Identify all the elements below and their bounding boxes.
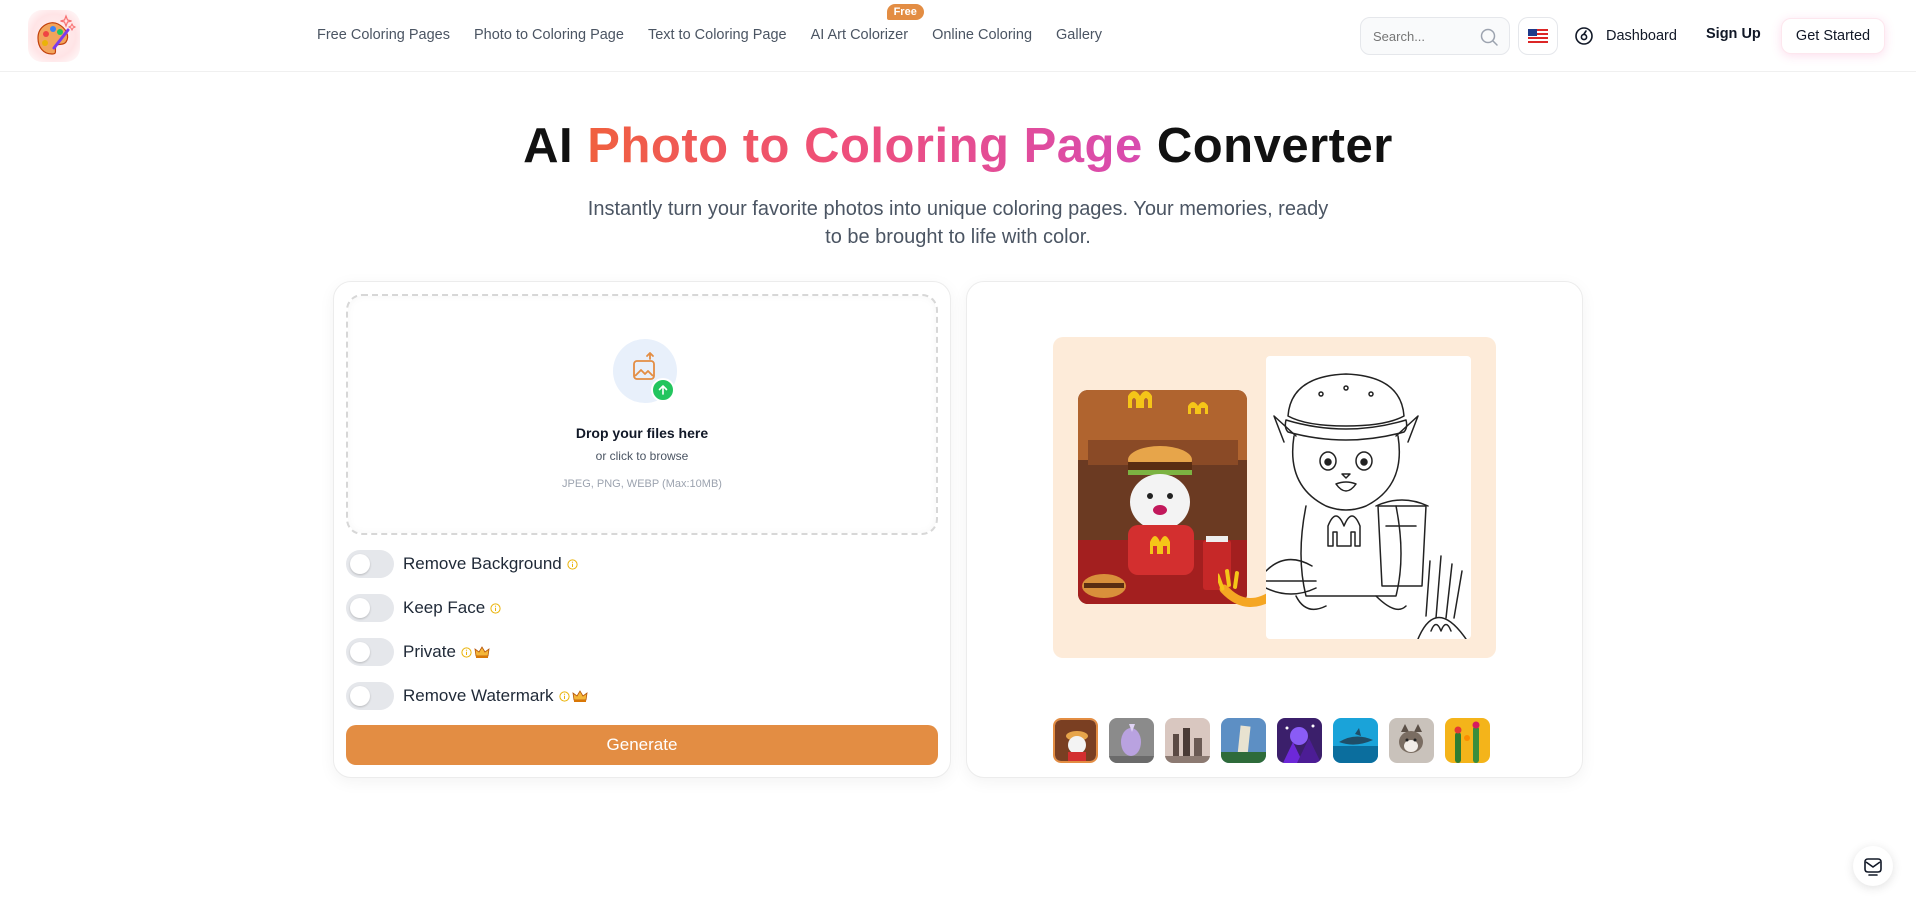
option-label: Keep Face	[403, 598, 486, 617]
example-preview-panel	[966, 281, 1583, 778]
dropzone-subtitle: or click to browse	[595, 449, 689, 463]
option-private: Private	[346, 637, 490, 667]
upload-arrow-icon	[651, 378, 675, 402]
remove-background-toggle[interactable]	[346, 550, 394, 578]
option-remove-background: Remove Background	[346, 549, 578, 579]
option-label: Remove Watermark	[403, 686, 554, 705]
search-icon[interactable]	[1479, 27, 1499, 47]
nav-photo-to-coloring-page[interactable]: Photo to Coloring Page	[474, 27, 624, 43]
info-icon[interactable]	[490, 602, 501, 614]
palette-icon	[37, 14, 77, 55]
remove-watermark-toggle[interactable]	[346, 682, 394, 710]
nav-ai-art-colorizer[interactable]: AI Art Colorizer Free	[810, 4, 924, 43]
get-started-button[interactable]: Get Started	[1781, 18, 1885, 54]
option-label: Remove Background	[403, 554, 562, 573]
nav-free-coloring-pages[interactable]: Free Coloring Pages	[317, 27, 450, 43]
page-subtitle: Instantly turn your favorite photos into…	[587, 198, 1329, 248]
info-icon[interactable]	[461, 646, 472, 658]
thumbnail-burger-cat[interactable]	[1053, 718, 1098, 763]
thumbnail-city-skyline[interactable]	[1165, 718, 1210, 763]
nav-gallery[interactable]: Gallery	[1056, 27, 1102, 43]
main-nav: Free Coloring Pages Photo to Coloring Pa…	[317, 0, 1126, 70]
title-prefix: AI	[523, 119, 574, 173]
nav-text-to-coloring-page[interactable]: Text to Coloring Page	[648, 27, 787, 43]
logo[interactable]	[28, 10, 80, 62]
page-title: AI Photo to Coloring Page Converter	[0, 118, 1916, 174]
dashboard-icon	[1575, 27, 1593, 45]
free-badge: Free	[886, 4, 924, 20]
thumbnail-cactus-flowers[interactable]	[1445, 718, 1490, 763]
upload-panel: Drop your files here or click to browse …	[333, 281, 951, 778]
crown-icon	[474, 645, 490, 659]
private-toggle[interactable]	[346, 638, 394, 666]
upload-image-icon	[613, 339, 677, 403]
option-keep-face: Keep Face	[346, 593, 501, 623]
mail-icon	[1864, 858, 1882, 876]
file-dropzone[interactable]: Drop your files here or click to browse …	[346, 294, 938, 535]
info-icon[interactable]	[558, 690, 570, 702]
option-label: Private	[403, 642, 456, 661]
dashboard-link[interactable]: Dashboard	[1574, 24, 1677, 48]
language-selector[interactable]	[1518, 17, 1558, 55]
contact-button[interactable]	[1853, 846, 1893, 886]
info-icon[interactable]	[567, 558, 578, 570]
dashboard-label: Dashboard	[1606, 28, 1677, 44]
generate-button[interactable]: Generate	[346, 725, 938, 765]
site-header: Free Coloring Pages Photo to Coloring Pa…	[0, 0, 1916, 72]
thumbnail-blue-shark[interactable]	[1333, 718, 1378, 763]
sign-up-link[interactable]: Sign Up	[1706, 26, 1761, 42]
dropzone-formats: JPEG, PNG, WEBP (Max:10MB)	[562, 478, 722, 490]
search-box	[1360, 17, 1510, 55]
us-flag-icon	[1528, 29, 1548, 43]
nav-item-label: AI Art Colorizer	[810, 27, 909, 43]
thumbnail-pisa-tower[interactable]	[1221, 718, 1266, 763]
nav-online-coloring[interactable]: Online Coloring	[932, 27, 1032, 43]
example-preview	[1053, 337, 1496, 658]
option-remove-watermark: Remove Watermark	[346, 681, 588, 711]
thumbnail-husky-dog[interactable]	[1389, 718, 1434, 763]
search-input[interactable]	[1373, 27, 1473, 45]
thumbnail-lavender-unicorn[interactable]	[1109, 718, 1154, 763]
example-thumbnails	[1053, 718, 1501, 763]
example-coloring-page	[1265, 356, 1471, 640]
dropzone-title: Drop your files here	[575, 425, 709, 441]
title-highlight: Photo to Coloring Page	[587, 119, 1143, 173]
thumbnail-purple-fantasy[interactable]	[1277, 718, 1322, 763]
crown-icon	[571, 689, 588, 703]
title-suffix: Converter	[1156, 119, 1393, 173]
keep-face-toggle[interactable]	[346, 594, 394, 622]
